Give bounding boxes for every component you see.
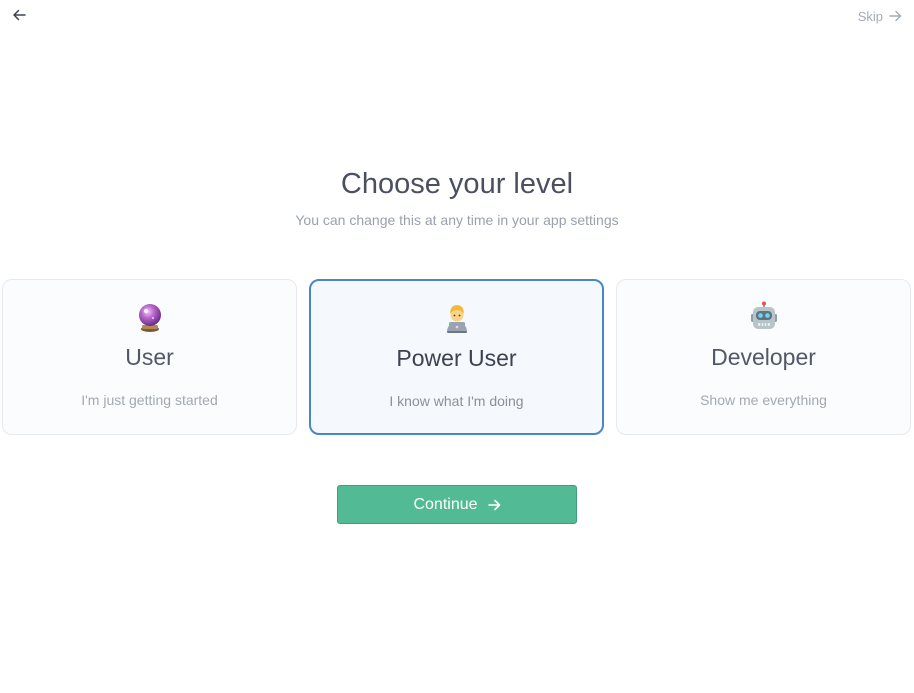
skip-label: Skip	[857, 8, 883, 24]
level-card-developer[interactable]: Developer Show me everything	[616, 279, 911, 435]
level-card-title: Power User	[396, 345, 517, 371]
level-card-description: Show me everything	[700, 392, 827, 408]
level-card-title: User	[125, 344, 174, 370]
onboarding-level-page: Skip Choose your level You can change th…	[0, 0, 914, 693]
skip-button[interactable]: Skip	[858, 7, 902, 25]
level-card-user[interactable]: User I'm just getting started	[2, 279, 297, 435]
crystal-ball-icon	[3, 301, 296, 333]
page-title: Choose your level	[340, 168, 574, 200]
arrow-right-icon	[487, 499, 500, 510]
arrow-left-icon	[13, 9, 26, 21]
technologist-icon	[311, 302, 602, 334]
page-subtitle: You can change this at any time in your …	[295, 212, 619, 228]
back-button[interactable]	[8, 5, 30, 25]
level-card-power-user[interactable]: Power User I know what I'm doing	[309, 279, 604, 435]
level-card-description: I know what I'm doing	[389, 393, 524, 409]
level-card-description: I'm just getting started	[81, 392, 218, 408]
continue-label: Continue	[413, 495, 478, 513]
level-card-title: Developer	[711, 344, 816, 370]
robot-icon	[617, 301, 910, 333]
continue-button[interactable]: Continue	[337, 485, 577, 524]
arrow-right-icon	[889, 10, 902, 22]
